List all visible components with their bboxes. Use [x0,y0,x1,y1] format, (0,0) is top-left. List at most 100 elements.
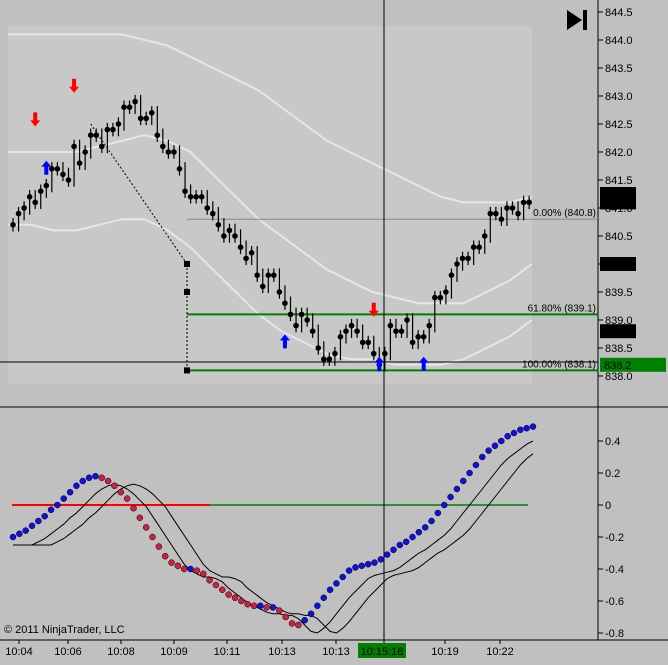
price-bar-close [93,132,100,138]
price-bar-close [404,317,410,323]
price-bar-close [99,143,105,150]
osc-dot [390,546,397,554]
osc-dot [485,447,492,454]
osc-dot [371,559,378,566]
fib-level-label: 61.80% (839.1) [528,303,596,314]
price-bar-close [204,205,211,211]
osc-dot [257,602,264,610]
osc-dot [453,485,461,493]
price-bar-close [165,149,172,155]
price-axis-label: 843.5 [605,63,633,75]
time-axis-label: 10:19 [431,646,459,658]
osc-dot [47,506,55,514]
osc-axis-label: -0.4 [605,564,624,576]
price-bar-close [409,339,416,346]
price-bar-close [459,255,466,262]
price-bar-close [465,255,471,262]
price-bar-close [32,199,38,206]
osc-dot [142,524,150,531]
osc-dot [219,586,226,594]
osc-dot [35,517,42,525]
price-bar-close [498,216,505,222]
osc-dot [199,570,207,578]
osc-dot [231,594,239,602]
fib-level-label: 0.00% (840.8) [533,208,596,219]
fib-level-label: 100.00% (838.1) [522,359,596,370]
price-bar-close [221,233,227,239]
osc-dot [517,426,524,434]
price-bar-close [210,210,216,217]
time-axis-label: 10:09 [160,646,188,658]
price-bar-close [154,132,161,138]
price-tag-label: 838.8 [604,326,632,338]
price-bar-close [65,177,72,183]
osc-dot [238,597,245,605]
osc-dot [123,495,131,502]
price-bar-close [182,188,188,194]
price-bar-close [337,334,344,340]
price-axis-label: 840.5 [605,231,633,243]
price-bar-close [348,322,355,329]
osc-dot [358,562,366,570]
price-bar-close [115,121,122,127]
time-axis-label: 10:11 [214,646,241,658]
osc-dot [28,522,36,530]
price-bar-close [354,328,360,335]
osc-dot [301,616,308,624]
price-axis-label: 843.0 [605,91,633,103]
price-bar-close [176,166,183,172]
price-bar-close [110,126,116,133]
chart-window: 0.00% (840.8) 61.80% (839.1) 100.00% (838.… [0,0,668,665]
price-tag-label: 840.0 [604,259,632,271]
price-bar-close [271,272,277,279]
osc-dot [187,565,194,573]
osc-dot [66,488,74,496]
price-bar-close [132,98,138,105]
osc-dot [307,610,315,618]
price-bar-close [309,328,316,335]
price-axis-label: 838.5 [605,343,633,355]
osc-dot [345,567,353,574]
price-bar-close [54,166,61,172]
price-axis-label: 844.5 [605,7,633,19]
osc-dot [529,423,537,430]
osc-dot [104,477,112,485]
price-bar-close [293,322,299,329]
price-bar-close [82,149,88,155]
osc-dot [364,560,372,568]
price-bar-close [143,115,149,122]
price-bar-close [493,210,499,217]
price-bar-close [126,104,133,110]
osc-dot [440,501,448,509]
price-bar-close [21,205,27,211]
osc-dot [434,509,442,517]
price-bar-close [121,104,127,110]
osc-dot [212,581,220,589]
price-bar-close [193,194,199,200]
price-bar-close [148,110,155,116]
osc-dot [111,482,118,490]
price-bar-close [187,194,194,200]
price-bar-close [298,311,305,318]
osc-dot [295,621,302,629]
osc-axis-label: 0 [605,500,611,512]
price-bar-close [470,244,477,250]
price-bar-close [426,322,433,329]
price-bar-close [504,205,510,211]
price-bar-close [448,272,455,279]
price-bar-close [382,350,388,357]
osc-dot [466,469,473,477]
price-bar-close [276,289,283,295]
osc-dot [491,442,499,450]
price-bar-close [370,350,377,357]
price-bar-close [321,356,327,363]
price-bar-close [265,272,272,279]
time-axis-label: 10:04 [5,646,33,658]
osc-axis-label: -0.2 [605,532,624,544]
osc-dot [269,604,277,611]
osc-dot [339,573,347,581]
osc-dot [396,541,404,549]
price-bar-close [481,233,488,239]
osc-dot [333,580,340,587]
price-chart[interactable]: 0.00% (840.8) 61.80% (839.1) 100.00% (838.… [0,0,668,665]
